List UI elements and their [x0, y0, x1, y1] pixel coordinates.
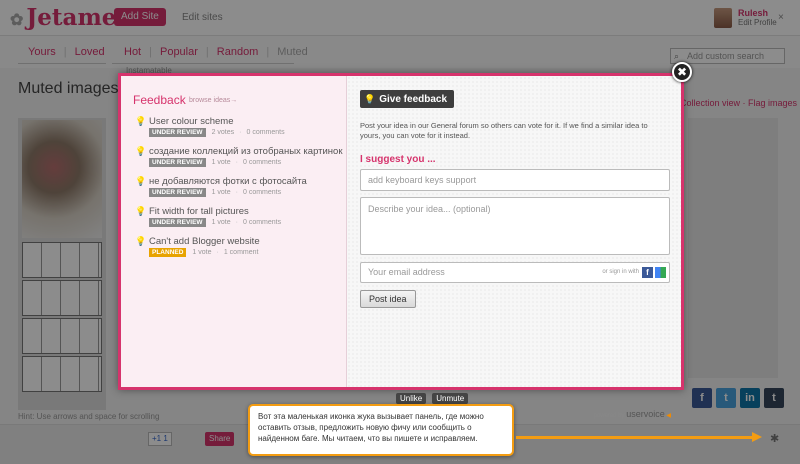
idea-meta: UNDER REVIEW 1 vote · 0 comments	[149, 218, 281, 227]
idea-comments[interactable]: 0 comments	[246, 129, 284, 136]
status-badge: UNDER REVIEW	[149, 158, 206, 167]
facebook-signin-icon[interactable]: f	[642, 267, 653, 278]
give-feedback-header: 💡 Give feedback	[360, 90, 455, 108]
lightbulb-icon: 💡	[364, 94, 376, 104]
idea-comments[interactable]: 0 comments	[243, 219, 281, 226]
idea-title[interactable]: Can't add Blogger website	[149, 236, 260, 247]
uservoice-logo: uservoice	[626, 409, 665, 419]
idea-description-textarea[interactable]: Describe your idea... (optional)	[360, 197, 670, 255]
powered-by-label: powered by	[593, 413, 625, 419]
idea-comments[interactable]: 0 comments	[243, 189, 281, 196]
feedback-description: Post your idea in our General forum so o…	[360, 121, 648, 140]
idea-votes: 1 vote	[211, 219, 231, 226]
lightbulb-icon: 💡	[135, 206, 147, 216]
unlike-button[interactable]: Unlike	[396, 393, 427, 404]
idea-votes: 1 vote	[211, 159, 231, 166]
lightbulb-icon: 💡	[135, 236, 147, 246]
idea-title[interactable]: User colour scheme	[149, 116, 233, 127]
idea-meta: UNDER REVIEW 1 vote · 0 comments	[149, 188, 281, 197]
lightbulb-icon: 💡	[135, 146, 147, 156]
idea-meta: UNDER REVIEW 2 votes · 0 comments	[149, 128, 285, 137]
give-feedback-label: Give feedback	[379, 94, 448, 105]
email-placeholder: Your email address	[368, 267, 445, 277]
idea-votes: 2 votes	[211, 129, 235, 136]
status-badge: PLANNED	[149, 248, 187, 257]
idea-title-input[interactable]: add keyboard keys support	[360, 169, 670, 191]
callout-arrow-head	[752, 432, 762, 442]
idea-title[interactable]: не добавляются фотки с фотосайта	[149, 176, 307, 187]
email-field[interactable]: Your email address or sign in with f	[360, 262, 670, 283]
feedback-title: Feedback	[133, 93, 186, 107]
idea-votes: 1 vote	[211, 189, 231, 196]
idea-comments[interactable]: 1 comment	[224, 249, 259, 256]
status-badge: UNDER REVIEW	[149, 188, 206, 197]
callout-arrow	[516, 436, 756, 439]
post-idea-button[interactable]: Post idea	[360, 290, 416, 308]
image-actions: Unlike Unmute	[396, 393, 469, 404]
idea-meta: PLANNED 1 vote · 1 comment	[149, 248, 258, 257]
sign-in-with-label: or sign in with	[602, 269, 639, 275]
lightbulb-icon: 💡	[135, 116, 147, 126]
idea-comments[interactable]: 0 comments	[243, 159, 281, 166]
idea-meta: UNDER REVIEW 1 vote · 0 comments	[149, 158, 281, 167]
give-feedback-pane: 💡 Give feedback Post your idea in our Gen…	[347, 76, 681, 419]
feedback-modal: Feedback browse ideas→ 💡 User colour sch…	[118, 73, 684, 419]
google-signin-icon[interactable]	[655, 267, 666, 278]
unmute-button[interactable]: Unmute	[432, 393, 469, 404]
idea-votes: 1 vote	[192, 249, 212, 256]
suggest-label: I suggest you ...	[360, 154, 436, 165]
browse-ideas-link[interactable]: browse ideas→	[189, 97, 237, 104]
idea-title[interactable]: создание коллекций из отобраных картинок	[149, 146, 342, 157]
status-badge: UNDER REVIEW	[149, 128, 206, 137]
lightbulb-icon: 💡	[135, 176, 147, 186]
status-badge: UNDER REVIEW	[149, 218, 206, 227]
idea-title[interactable]: Fit width for tall pictures	[149, 206, 249, 217]
uservoice-megaphone-icon: ◀	[664, 413, 671, 419]
bug-icon-callout: Вот эта маленькая иконка жука вызывает п…	[248, 404, 514, 456]
powered-by-uservoice[interactable]: powered by uservoice ◀	[593, 409, 671, 419]
close-modal-button[interactable]: ✖	[672, 62, 692, 82]
ideas-pane: Feedback browse ideas→ 💡 User colour sch…	[121, 76, 347, 387]
